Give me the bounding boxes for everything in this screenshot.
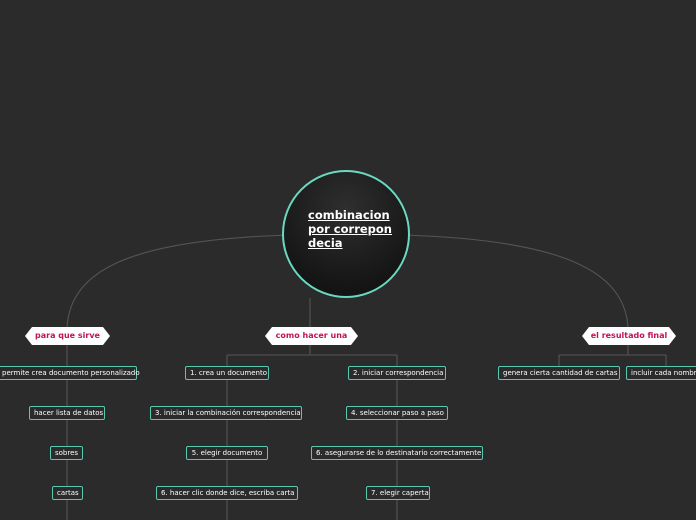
central-topic[interactable]: combinacion por correpondecia — [282, 170, 410, 298]
main-topic-para-que-sirve[interactable]: para que sirve — [25, 327, 110, 345]
connector-central-right — [403, 234, 629, 329]
subtopic-center-step-2[interactable]: 2. iniciar correspondencia — [348, 366, 446, 380]
subtopic-center-step-5[interactable]: 5. elegir documento — [186, 446, 268, 460]
subtopic-center-step-6a[interactable]: 6. hacer clic donde dice, escriba carta — [156, 486, 298, 500]
subtopic-center-step-4[interactable]: 4. seleccionar paso a paso — [346, 406, 448, 420]
subtopic-right-2[interactable]: incluir cada nombre — [626, 366, 696, 380]
subtopic-left-4[interactable]: cartas — [52, 486, 83, 500]
subtopic-center-step-6b[interactable]: 6. asegurarse de lo destinatario correct… — [311, 446, 483, 460]
subtopic-center-step-1[interactable]: 1. crea un documento — [185, 366, 269, 380]
main-topic-resultado-final[interactable]: el resultado final — [582, 327, 676, 345]
connector-central-left — [66, 234, 291, 329]
main-topic-como-hacer-una[interactable]: como hacer una — [265, 327, 358, 345]
subtopic-center-step-7[interactable]: 7. elegir caperta — [366, 486, 430, 500]
subtopic-left-2[interactable]: hacer lista de datos — [29, 406, 105, 420]
central-topic-title: combinacion por correpondecia — [308, 208, 392, 250]
subtopic-right-1[interactable]: genera cierta cantidad de cartas — [498, 366, 620, 380]
subtopic-left-1[interactable]: permite crea documento personalizado — [0, 366, 140, 380]
subtopic-left-3[interactable]: sobres — [50, 446, 83, 460]
subtopic-center-step-3[interactable]: 3. iniciar la combinación correspondenci… — [150, 406, 302, 420]
